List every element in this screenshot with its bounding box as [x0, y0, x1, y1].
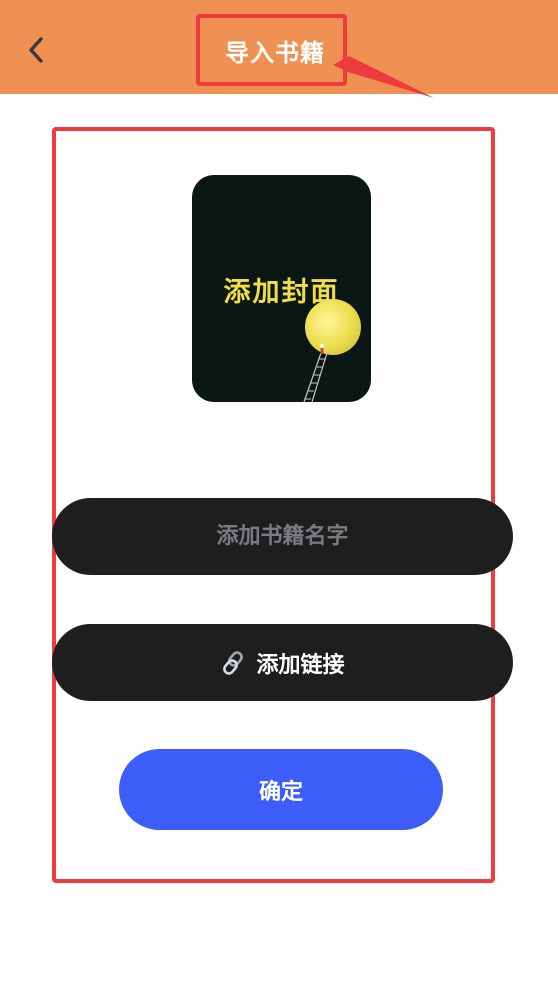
confirm-button[interactable]: 确定: [119, 749, 443, 830]
link-icon: [223, 650, 244, 675]
moon-illustration: [305, 299, 361, 355]
confirm-label: 确定: [258, 779, 303, 805]
title-highlight-box: [196, 14, 347, 86]
book-name-input[interactable]: [52, 498, 513, 575]
cover-picker[interactable]: 添加封面: [192, 175, 371, 402]
back-button[interactable]: [18, 28, 54, 72]
chevron-left-icon: [29, 37, 43, 63]
add-link-button[interactable]: 添加链接: [52, 624, 513, 701]
add-link-label: 添加链接: [256, 652, 345, 678]
